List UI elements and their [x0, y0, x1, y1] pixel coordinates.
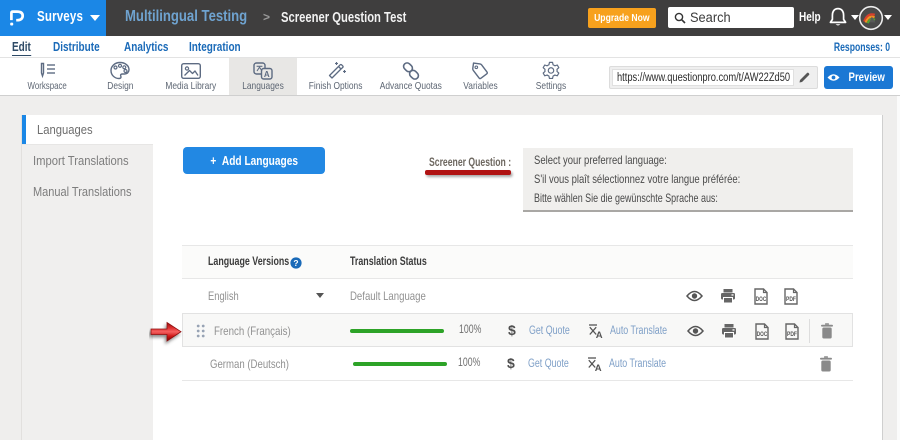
svg-text:A: A [264, 70, 270, 79]
svg-text:PDF: PDF [787, 331, 797, 338]
svg-text:A: A [595, 363, 602, 372]
svg-text:?: ? [293, 258, 298, 268]
svg-text:DOC: DOC [756, 296, 767, 303]
svg-text:A: A [596, 330, 603, 339]
svg-text:DOC: DOC [757, 331, 768, 338]
svg-text:PDF: PDF [786, 296, 796, 303]
